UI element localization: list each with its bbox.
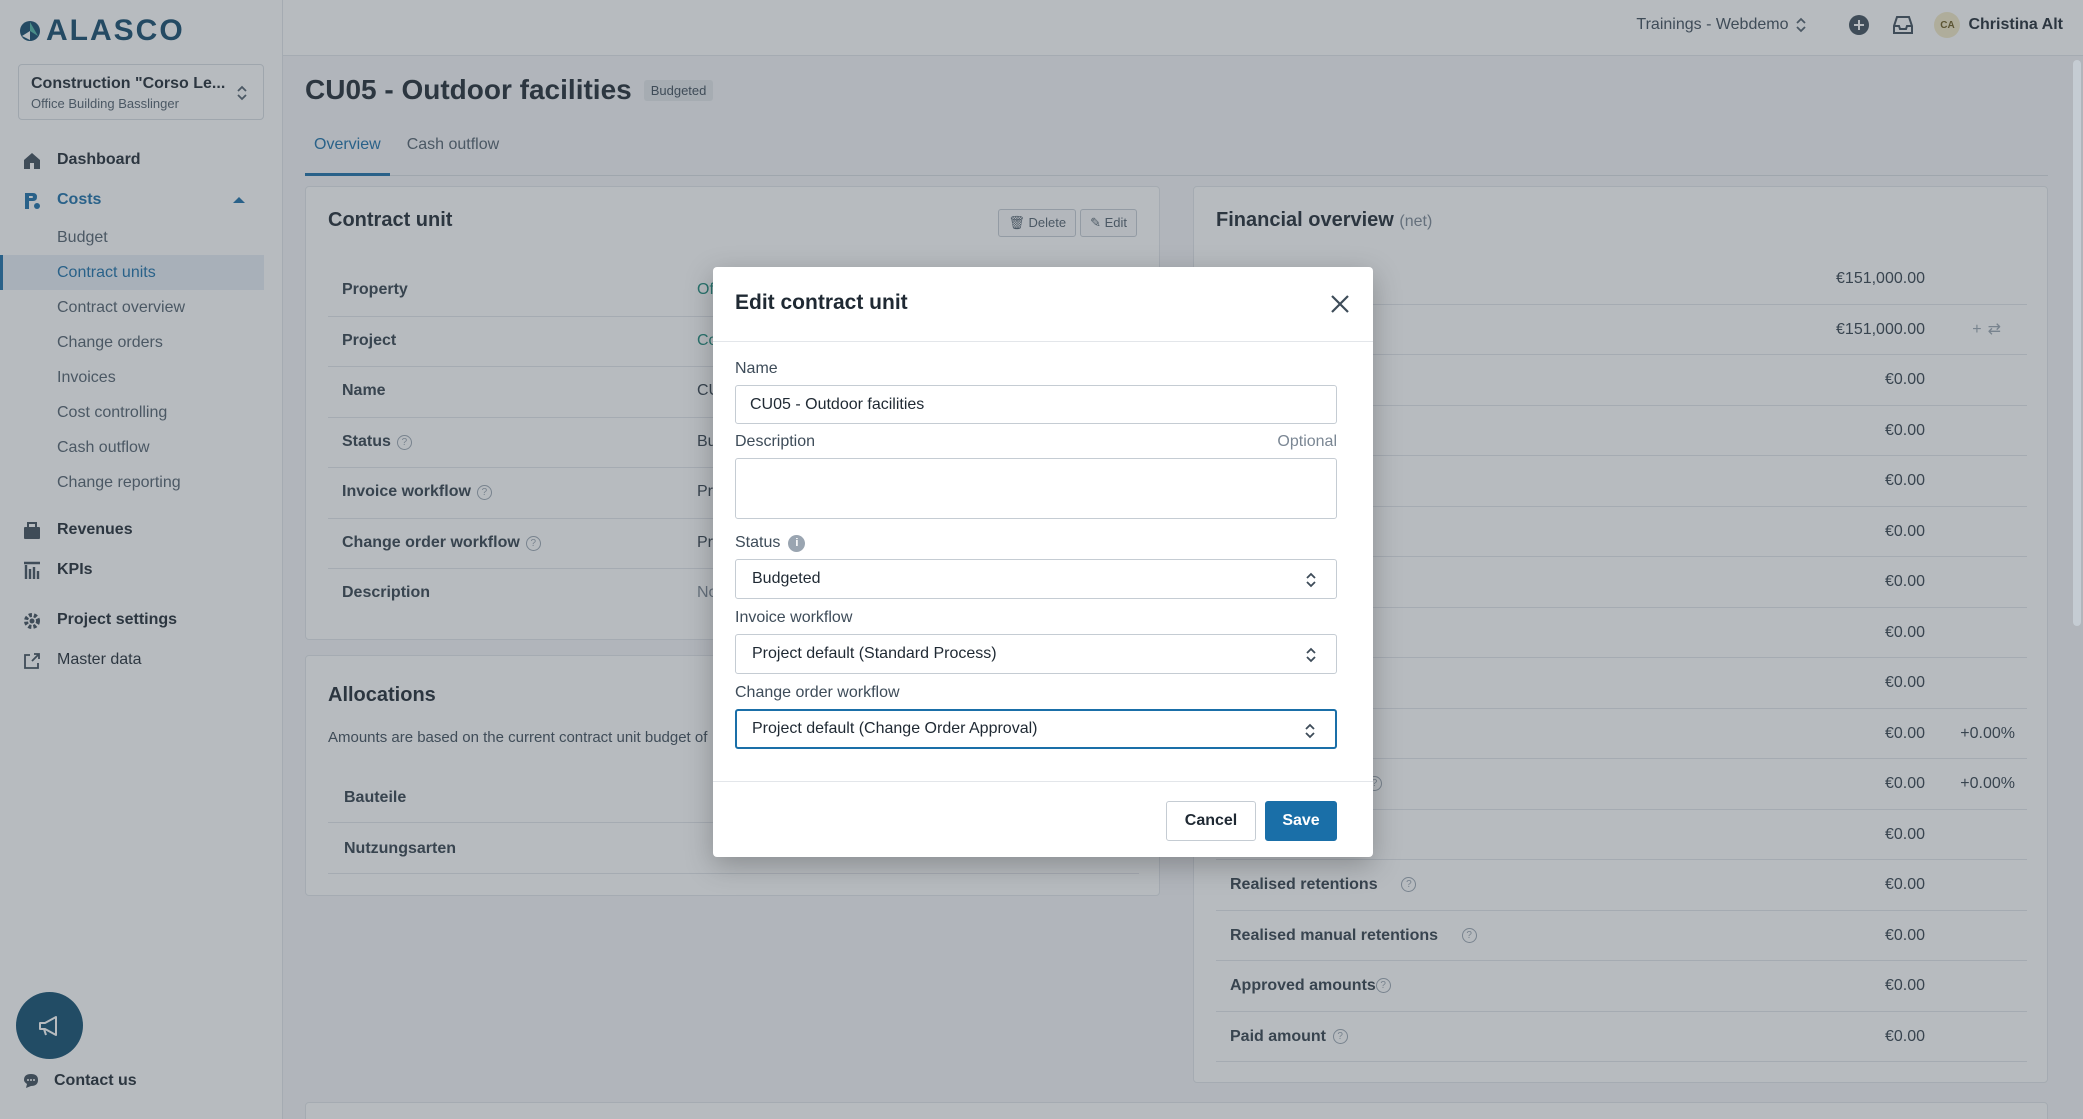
edit-contract-unit-modal: Edit contract unit Name Description Opti… [713, 267, 1373, 857]
name-input[interactable] [735, 385, 1337, 424]
status-select-value: Budgeted [752, 570, 821, 587]
change-order-workflow-select[interactable]: Project default (Change Order Approval) [735, 709, 1337, 749]
modal-footer: Cancel Save [713, 781, 1373, 857]
description-textarea[interactable] [735, 458, 1337, 519]
change-order-workflow-value: Project default (Change Order Approval) [752, 720, 1038, 737]
modal-header: Edit contract unit [713, 267, 1373, 342]
description-label-text: Description [735, 433, 816, 450]
description-label: Description Optional [735, 432, 1337, 452]
invoice-workflow-value: Project default (Standard Process) [752, 645, 997, 662]
invoice-workflow-label-text: Invoice workflow [735, 609, 853, 626]
select-arrows-icon [1306, 647, 1316, 663]
change-order-workflow-label: Change order workflow [735, 683, 1337, 703]
status-select[interactable]: Budgeted [735, 559, 1337, 599]
page-scrollbar[interactable] [2073, 60, 2081, 626]
close-icon[interactable] [1329, 293, 1351, 315]
info-icon[interactable]: i [788, 534, 806, 552]
modal-body: Name Description Optional Status i Budge… [735, 359, 1337, 749]
save-button[interactable]: Save [1265, 801, 1337, 841]
modal-title: Edit contract unit [735, 291, 908, 314]
invoice-workflow-label: Invoice workflow [735, 608, 1337, 628]
status-label-text: Status [735, 534, 781, 551]
invoice-workflow-select[interactable]: Project default (Standard Process) [735, 634, 1337, 674]
optional-hint: Optional [1277, 433, 1337, 450]
select-arrows-icon [1305, 723, 1315, 739]
select-arrows-icon [1306, 572, 1316, 588]
cancel-button[interactable]: Cancel [1166, 801, 1256, 841]
change-order-label-text: Change order workflow [735, 684, 900, 701]
name-label: Name [735, 359, 1337, 379]
name-label-text: Name [735, 360, 778, 377]
status-label: Status i [735, 533, 1337, 553]
